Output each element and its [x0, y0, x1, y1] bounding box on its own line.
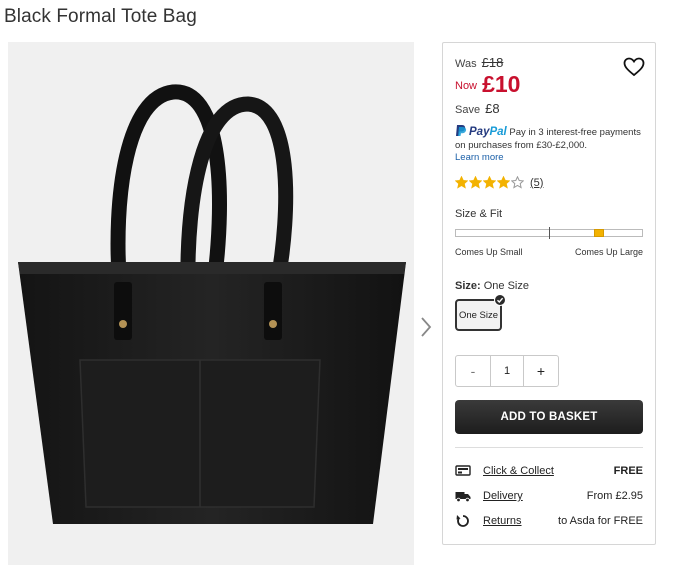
fulfilment-click-collect: Click & Collect FREE — [455, 464, 643, 480]
click-collect-link[interactable]: Click & Collect — [483, 465, 554, 477]
paypal-learn-more-link[interactable]: Learn more — [455, 152, 651, 165]
product-details-panel: Was £18 Now £10 Save £8 PayPal Pay in 3 … — [442, 42, 656, 545]
size-fit-label: Size & Fit — [455, 208, 503, 220]
divider — [455, 447, 643, 448]
paypal-wordmark: PayPal — [469, 126, 507, 138]
quantity-decrease-button[interactable]: - — [456, 356, 490, 386]
next-image-chevron-icon[interactable] — [419, 315, 433, 339]
returns-info: to Asda for FREE — [558, 515, 643, 527]
wishlist-heart-icon[interactable] — [623, 57, 645, 77]
click-collect-price: FREE — [613, 465, 643, 477]
size-fit-scale — [455, 227, 643, 239]
now-price: Now £10 — [455, 71, 520, 98]
add-to-basket-button[interactable]: ADD TO BASKET — [455, 400, 643, 434]
tote-bag-illustration — [8, 42, 414, 565]
product-rating[interactable]: (5) — [455, 176, 543, 189]
was-price-value: £18 — [481, 55, 504, 70]
size-fit-midpoint — [549, 227, 550, 239]
save-amount: Save £8 — [455, 101, 500, 116]
product-image[interactable] — [8, 42, 414, 565]
fulfilment-delivery: Delivery From £2.95 — [455, 489, 643, 505]
size-fit-marker — [594, 229, 604, 237]
size-selected-label: Size: One Size — [455, 280, 529, 292]
fit-large-label: Comes Up Large — [574, 247, 643, 257]
save-label: Save — [455, 104, 481, 116]
size-selected-check-icon — [494, 294, 506, 306]
star-filled-icon — [483, 176, 496, 189]
paypal-logo-icon — [455, 124, 467, 137]
product-title: Black Formal Tote Bag — [4, 6, 197, 27]
was-label: Was — [455, 58, 477, 70]
delivery-link[interactable]: Delivery — [483, 490, 523, 502]
save-amount-value: £8 — [485, 101, 500, 116]
was-price: Was £18 — [455, 55, 503, 70]
delivery-price: From £2.95 — [586, 490, 643, 502]
review-count-link[interactable]: (5) — [530, 177, 543, 189]
fit-small-label: Comes Up Small — [455, 247, 523, 257]
star-empty-icon — [511, 176, 524, 189]
quantity-stepper: - 1 + — [455, 355, 559, 387]
returns-link[interactable]: Returns — [483, 515, 522, 527]
paypal-banner: PayPal Pay in 3 interest-free payments o… — [455, 124, 651, 165]
quantity-value[interactable]: 1 — [490, 356, 524, 386]
rating-stars — [455, 176, 524, 189]
fulfilment-returns: Returns to Asda for FREE — [455, 514, 643, 530]
now-price-value: £10 — [482, 71, 521, 97]
returns-icon — [455, 514, 471, 528]
star-filled-icon — [497, 176, 510, 189]
click-collect-icon — [455, 464, 471, 478]
star-filled-icon — [455, 176, 468, 189]
quantity-increase-button[interactable]: + — [524, 356, 558, 386]
delivery-truck-icon — [455, 489, 471, 503]
now-label: Now — [455, 80, 478, 92]
star-filled-icon — [469, 176, 482, 189]
